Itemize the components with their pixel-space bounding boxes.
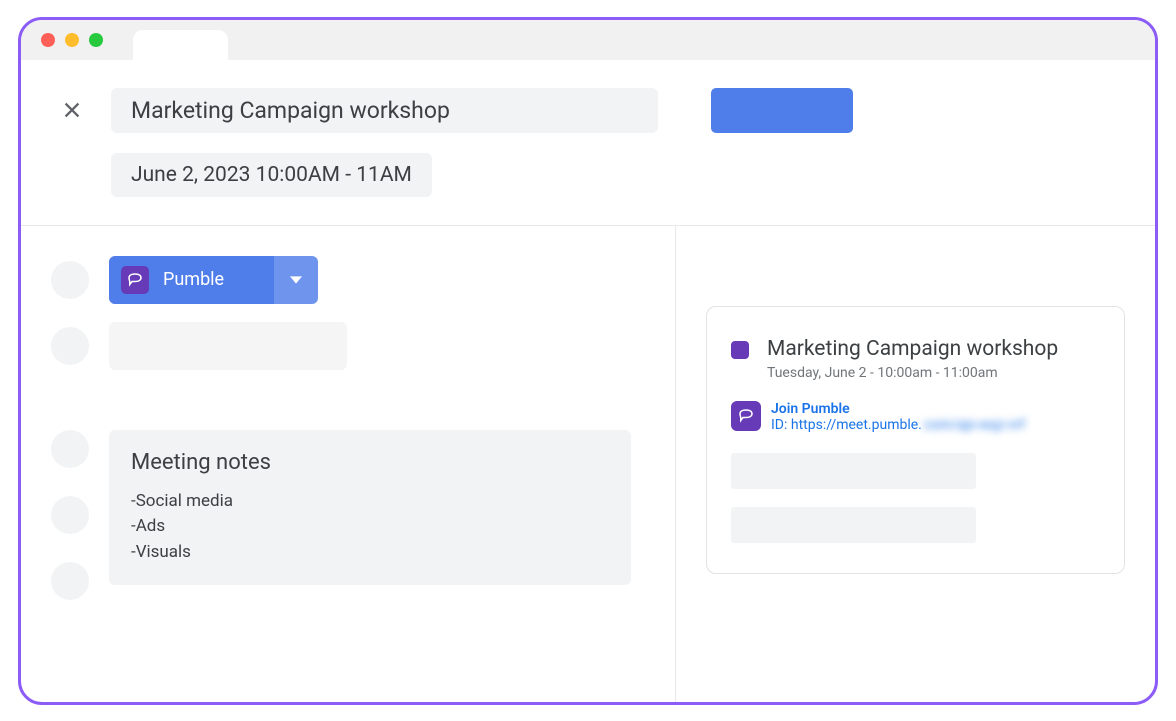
card-header: Marketing Campaign workshop Tuesday, Jun… [731,337,1100,381]
card-event-title: Marketing Campaign workshop [767,337,1058,361]
join-meeting-row: Join Pumble ID: https://meet.pumble.com/… [731,401,1100,433]
event-datetime-chip[interactable]: June 2, 2023 10:00AM - 11AM [111,153,432,197]
card-event-datetime: Tuesday, June 2 - 10:00am - 11:00am [767,365,1058,381]
event-title-input[interactable]: Marketing Campaign workshop [111,88,658,133]
join-pumble-link[interactable]: Join Pumble [771,401,1025,417]
maximize-window-button[interactable] [89,33,103,47]
event-header-section: Marketing Campaign workshop June 2, 2023… [21,60,1155,226]
minimize-window-button[interactable] [65,33,79,47]
bottom-section: Pumble [21,226,1155,702]
window-controls [41,33,103,47]
app-window: Marketing Campaign workshop June 2, 2023… [18,17,1158,705]
notes-line-2: -Visuals [131,540,609,566]
field-placeholder[interactable] [109,322,347,370]
meeting-id-suffix: com/ajx-wqz-vrf [924,417,1025,433]
event-color-indicator [731,341,749,359]
right-panel: Marketing Campaign workshop Tuesday, Jun… [676,226,1155,702]
active-tab[interactable] [133,30,228,65]
tab-bar [133,20,228,60]
event-datetime-text: June 2, 2023 10:00AM - 11AM [131,163,412,187]
window-titlebar [21,20,1155,60]
content-area: Marketing Campaign workshop June 2, 2023… [21,60,1155,702]
card-placeholder-2 [731,507,976,543]
notes-line-1: -Ads [131,514,609,540]
conference-provider-dropdown[interactable]: Pumble [109,256,318,304]
description-icon-placeholder [51,496,89,534]
people-icon-placeholder [51,327,89,365]
meeting-id[interactable]: ID: https://meet.pumble.com/ajx-wqz-vrf [771,417,1025,433]
conference-row: Pumble [51,256,635,304]
meeting-notes-box[interactable]: Meeting notes -Social media -Ads -Visual… [109,430,631,586]
join-text-block: Join Pumble ID: https://meet.pumble.com/… [771,401,1025,433]
left-panel: Pumble [21,226,676,702]
event-title-text: Marketing Campaign workshop [131,97,450,124]
notes-heading: Meeting notes [131,450,609,475]
meeting-id-prefix: ID: https://meet.pumble. [771,417,922,433]
dropdown-arrow[interactable] [274,256,318,304]
title-row: Marketing Campaign workshop [61,88,1115,133]
attachment-icon-placeholder [51,562,89,600]
close-window-button[interactable] [41,33,55,47]
guests-row [51,322,635,370]
conference-provider-label: Pumble [163,269,224,290]
close-icon[interactable] [61,99,83,121]
datetime-row: June 2, 2023 10:00AM - 11AM [111,153,1115,197]
notes-section: Meeting notes -Social media -Ads -Visual… [51,430,635,600]
save-button[interactable] [711,88,853,133]
notes-icon-stack [51,430,89,600]
card-placeholder-1 [731,453,976,489]
notes-line-0: -Social media [131,489,609,515]
video-icon-placeholder [51,261,89,299]
conference-provider-main[interactable]: Pumble [109,256,274,304]
event-summary-card: Marketing Campaign workshop Tuesday, Jun… [706,306,1125,574]
pumble-logo-icon [121,266,149,294]
location-icon-placeholder [51,430,89,468]
pumble-logo-icon-card [731,401,761,431]
